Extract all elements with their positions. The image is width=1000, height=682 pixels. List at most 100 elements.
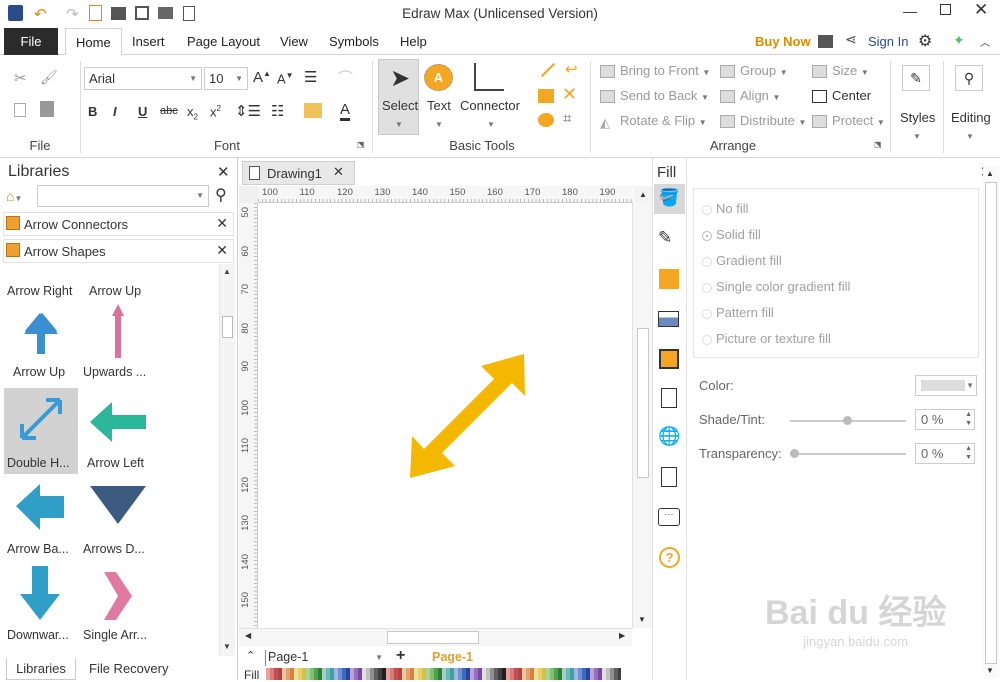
crop-tool-icon[interactable]: ⌗	[563, 110, 571, 127]
document-tab[interactable]: Drawing1 ✕	[242, 161, 355, 185]
shape-single-arrow[interactable]: Single Arr...	[80, 564, 160, 646]
line-tool-icon[interactable]	[540, 62, 556, 78]
protect-button[interactable]: Protect ▼	[812, 113, 885, 129]
image-icon[interactable]	[658, 311, 679, 327]
transparency-spinner[interactable]: 0 % ▲ ▼	[915, 443, 975, 464]
vertical-scroll-thumb[interactable]	[637, 328, 649, 478]
help-icon[interactable]: ?	[659, 547, 680, 568]
text-tool-label[interactable]: Text	[427, 98, 451, 113]
shade-tint-knob[interactable]	[843, 416, 852, 425]
collapse-ribbon-icon[interactable]: ︿	[980, 34, 990, 49]
libraries-close-icon[interactable]: ✕	[217, 163, 230, 181]
italic-icon[interactable]: I	[113, 104, 117, 119]
shape-upwards[interactable]: Upwards ...	[80, 302, 160, 384]
add-page-icon[interactable]: +	[396, 647, 405, 665]
close-button[interactable]: ✕	[974, 0, 988, 20]
distribute-button[interactable]: Distribute ▼	[720, 113, 806, 129]
font-dialog-launcher-icon[interactable]: ⬔	[357, 140, 365, 149]
single-color-gradient-fill-option[interactable]: Single color gradient fill	[702, 279, 850, 294]
file-menu-button[interactable]: File	[4, 28, 58, 55]
tab-insert[interactable]: Insert	[132, 28, 165, 55]
shape-label[interactable]: Arrow Right	[7, 284, 72, 298]
color-palette[interactable]	[266, 668, 621, 680]
shape-arrow-back[interactable]: Arrow Ba...	[4, 478, 78, 560]
editing-button[interactable]: Editing	[951, 110, 991, 125]
minimize-button[interactable]: —	[903, 3, 917, 19]
size-button[interactable]: Size ▼	[812, 63, 869, 79]
shrink-font-icon[interactable]: A▼	[277, 71, 294, 86]
library-section-arrow-connectors[interactable]: Arrow Connectors ✕	[3, 212, 234, 236]
editing-search-icon[interactable]: ⚲	[955, 65, 983, 91]
library-home-icon[interactable]: ⌂▼	[6, 188, 22, 204]
transparency-knob[interactable]	[790, 449, 799, 458]
connector-tool-icon[interactable]	[474, 63, 504, 91]
shade-tint-slider[interactable]	[790, 416, 906, 425]
bullets-icon[interactable]: ☷	[271, 102, 284, 120]
buy-now-link[interactable]: Buy Now	[755, 28, 811, 55]
highlight-icon[interactable]	[304, 103, 322, 118]
fill-bucket-icon[interactable]: 🪣	[654, 184, 685, 214]
grow-font-icon[interactable]: A▲	[253, 69, 271, 86]
gradient-fill-option[interactable]: Gradient fill	[702, 253, 782, 268]
vertical-scrollbar[interactable]: ▼	[632, 203, 652, 628]
palette-swatch[interactable]	[618, 668, 621, 680]
library-scrollbar[interactable]: ▲ ▼	[219, 264, 235, 656]
underline-icon[interactable]: U	[138, 104, 147, 119]
theme-icon[interactable]: ✦	[953, 32, 965, 49]
superscript-icon[interactable]: x2	[210, 104, 221, 119]
shadow-square-icon[interactable]	[659, 269, 679, 289]
layers-icon[interactable]	[659, 349, 679, 369]
font-color-icon[interactable]: A	[340, 101, 351, 121]
styles-icon[interactable]: ✎	[902, 65, 930, 91]
comment-icon[interactable]: ···	[658, 508, 680, 526]
globe-icon[interactable]: 🌐	[658, 426, 680, 447]
page-tab[interactable]: Page-1	[432, 650, 473, 664]
shape-double-headed-arrow[interactable]: Double H...	[4, 388, 78, 474]
cart-icon[interactable]	[818, 35, 833, 48]
strikethrough-icon[interactable]: abc	[160, 105, 178, 117]
font-size-select[interactable]: 10 ▼	[204, 67, 248, 90]
close-section-icon[interactable]: ✕	[216, 242, 228, 259]
page-nav-up-icon[interactable]: ⌃	[246, 649, 255, 662]
line-pen-icon[interactable]: ✎	[658, 228, 672, 248]
fill-scroll-thumb[interactable]	[985, 182, 997, 664]
paste-icon[interactable]	[40, 101, 54, 117]
shade-tint-spinner[interactable]: 0 % ▲ ▼	[915, 409, 975, 430]
horizontal-scrollbar[interactable]: ◀ ▶	[239, 628, 632, 646]
tab-home[interactable]: Home	[65, 28, 122, 56]
cut-icon[interactable]: ✂	[14, 69, 27, 87]
library-scroll-thumb[interactable]	[222, 316, 233, 338]
pattern-fill-option[interactable]: Pattern fill	[702, 305, 774, 320]
fill-panel-scrollbar[interactable]: ▲ ▼	[983, 166, 999, 678]
format-painter-icon[interactable]: 🖌	[40, 69, 58, 86]
ruler-scroll-up-icon[interactable]: ▲	[634, 186, 652, 203]
double-headed-arrow-shape[interactable]	[408, 348, 548, 483]
tab-view[interactable]: View	[280, 28, 308, 55]
arrange-dialog-launcher-icon[interactable]: ⬔	[874, 140, 882, 149]
bold-icon[interactable]: B	[88, 104, 97, 119]
drawing-page[interactable]	[258, 203, 632, 628]
sign-in-link[interactable]: Sign In	[868, 28, 908, 55]
shape-label[interactable]: Arrow Up	[89, 284, 141, 298]
tab-help[interactable]: Help	[400, 28, 427, 55]
horizontal-scroll-thumb[interactable]	[387, 631, 479, 644]
close-section-icon[interactable]: ✕	[216, 215, 228, 232]
group-button[interactable]: Group ▼	[720, 63, 788, 79]
document-page-icon[interactable]	[661, 388, 677, 408]
rotate-flip-button[interactable]: ◭ Rotate & Flip ▼	[600, 113, 707, 130]
tab-symbols[interactable]: Symbols	[329, 28, 379, 55]
page-selector[interactable]: Page-1 ▼	[265, 650, 383, 666]
connector-tool-label[interactable]: Connector	[460, 98, 520, 113]
arc-tool-icon[interactable]: ↩	[565, 60, 578, 78]
transparency-slider[interactable]	[790, 449, 906, 458]
shape-downward-arrow[interactable]: Downwar...	[4, 564, 78, 646]
font-name-select[interactable]: Arial ▼	[84, 67, 202, 90]
shape-arrow-up[interactable]: Arrow Up	[4, 302, 78, 384]
shape-arrows-down[interactable]: Arrows D...	[80, 478, 160, 560]
share-icon[interactable]: ⋖	[845, 31, 857, 48]
copy-icon[interactable]	[14, 103, 26, 117]
paragraph-align-icon[interactable]: ☰	[304, 68, 317, 86]
color-picker-dropdown[interactable]: ▼	[915, 375, 977, 396]
center-button[interactable]: Center	[812, 88, 871, 104]
picture-texture-fill-option[interactable]: Picture or texture fill	[702, 331, 831, 346]
